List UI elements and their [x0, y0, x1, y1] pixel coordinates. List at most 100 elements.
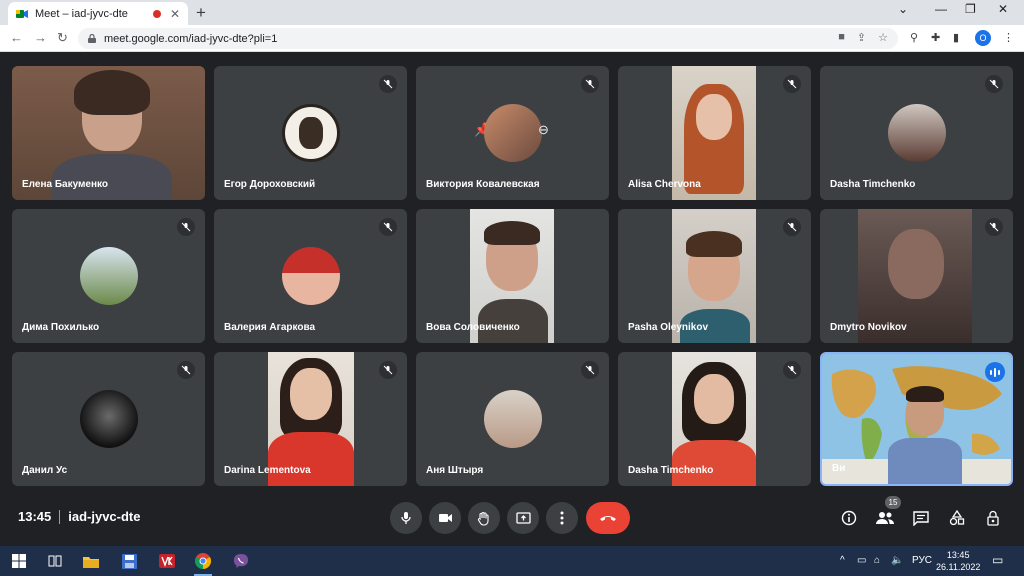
- participant-name: Елена Бакуменко: [22, 179, 108, 190]
- participant-name: Ви: [832, 463, 846, 474]
- info-icon: [841, 510, 857, 526]
- mic-muted-icon: [379, 218, 397, 236]
- windows-start-icon[interactable]: [8, 550, 30, 572]
- participant-tile[interactable]: Данил Ус: [12, 352, 205, 486]
- more-vert-icon: [560, 511, 564, 525]
- mic-muted-icon: [783, 75, 801, 93]
- minimize-icon[interactable]: —: [935, 2, 947, 16]
- address-bar[interactable]: meet.google.com/iad-jyvc-dte?pli=1 ■ ⇪ ☆: [78, 28, 898, 49]
- leave-call-button[interactable]: [586, 502, 630, 534]
- network-icon[interactable]: ⌂: [874, 555, 880, 566]
- microphone-button[interactable]: [390, 502, 422, 534]
- raise-hand-button[interactable]: [468, 502, 500, 534]
- notifications-icon[interactable]: ▭: [992, 553, 1003, 567]
- profile-avatar[interactable]: O: [975, 30, 991, 46]
- meeting-details-button[interactable]: [838, 507, 860, 529]
- participant-name: Егор Дороховский: [224, 179, 316, 190]
- side-panel-icon[interactable]: ▮: [953, 31, 959, 44]
- participant-avatar: [888, 104, 946, 162]
- chat-button[interactable]: [910, 507, 932, 529]
- people-button[interactable]: [874, 507, 896, 529]
- participant-tile[interactable]: 📌 ⊖ Виктория Ковалевская: [416, 66, 609, 200]
- activities-button[interactable]: [946, 507, 968, 529]
- battery-icon[interactable]: ▭: [857, 555, 866, 566]
- participant-video: [822, 354, 1011, 484]
- participant-tile[interactable]: Dasha Timchenko: [618, 352, 811, 486]
- participant-tile[interactable]: Darina Lementova: [214, 352, 407, 486]
- participant-name: Dasha Timchenko: [830, 179, 916, 190]
- forward-icon[interactable]: →: [34, 30, 47, 45]
- save-floppy-app-icon[interactable]: [118, 550, 140, 572]
- more-options-button[interactable]: [546, 502, 578, 534]
- chrome-icon[interactable]: [192, 550, 214, 576]
- tab-close-icon[interactable]: ✕: [170, 7, 180, 21]
- participant-tile[interactable]: Dmytro Novikov: [820, 209, 1013, 343]
- google-meet-favicon-icon: [16, 8, 28, 20]
- participant-tile[interactable]: Вова Соловиченко: [416, 209, 609, 343]
- system-clock[interactable]: 13:45 26.11.2022: [936, 549, 980, 573]
- back-icon[interactable]: ←: [10, 30, 23, 45]
- lock-person-icon: [987, 510, 999, 526]
- participant-tile[interactable]: Alisa Chervona: [618, 66, 811, 200]
- input-language-indicator[interactable]: РУС: [912, 555, 932, 566]
- hang-up-icon: [600, 516, 616, 521]
- mic-muted-icon: [985, 218, 1003, 236]
- participant-avatar: [282, 104, 340, 162]
- meeting-code: iad-jyvc-dte: [68, 509, 141, 524]
- share-icon[interactable]: ⇪: [857, 31, 866, 44]
- participant-avatar: [484, 390, 542, 448]
- camera-button[interactable]: [429, 502, 461, 534]
- mic-muted-icon: [581, 361, 599, 379]
- participant-name: Dmytro Novikov: [830, 322, 907, 333]
- participant-tile[interactable]: Аня Штыря: [416, 352, 609, 486]
- participant-name: Дима Похилько: [22, 322, 100, 333]
- show-hidden-icons-icon[interactable]: ^: [840, 555, 845, 566]
- remove-icon[interactable]: ⊖: [538, 122, 549, 138]
- mic-muted-icon: [177, 361, 195, 379]
- people-icon: [876, 512, 894, 524]
- extensions-puzzle-icon[interactable]: ✚: [931, 31, 940, 44]
- recording-indicator-icon: [152, 9, 161, 18]
- mic-muted-icon: [985, 75, 1003, 93]
- present-screen-button[interactable]: [507, 502, 539, 534]
- participant-tile[interactable]: Pasha Oleynikov: [618, 209, 811, 343]
- participant-name: Darina Lementova: [224, 465, 311, 476]
- volume-icon[interactable]: 🔈: [891, 555, 903, 566]
- pin-extension-icon[interactable]: ⚲: [910, 31, 918, 44]
- new-tab-icon[interactable]: +: [196, 3, 206, 23]
- browser-toolbar: ← → ↻ meet.google.com/iad-jyvc-dte?pli=1…: [0, 25, 1024, 52]
- participant-avatar: [282, 247, 340, 305]
- participant-name: Pasha Oleynikov: [628, 322, 709, 333]
- participant-tile[interactable]: Дима Похилько: [12, 209, 205, 343]
- camera-in-use-icon[interactable]: ■: [838, 31, 845, 44]
- browser-tab-strip: Meet – iad-jyvc-dte ✕ + ⌄ — ❐ ✕: [0, 0, 1024, 25]
- window-close-icon[interactable]: ✕: [998, 2, 1008, 16]
- mic-muted-icon: [783, 361, 801, 379]
- task-view-icon[interactable]: [44, 550, 66, 572]
- participant-avatar: [484, 104, 542, 162]
- meet-control-bar: 13:45 iad-jyvc-dte 15: [0, 490, 1024, 546]
- mic-muted-icon: [177, 218, 195, 236]
- active-speaker-tile[interactable]: Ви: [820, 352, 1013, 486]
- hand-icon: [477, 511, 489, 526]
- file-explorer-icon[interactable]: [80, 550, 102, 572]
- host-controls-button[interactable]: [982, 507, 1004, 529]
- viber-icon[interactable]: [230, 550, 252, 572]
- windows-taskbar: ^ ▭ ⌂ 🔈 РУС 13:45 26.11.2022 ▭: [0, 546, 1024, 576]
- participant-name: Данил Ус: [22, 465, 68, 476]
- browser-tab-meet[interactable]: Meet – iad-jyvc-dte ✕: [8, 2, 188, 25]
- mic-muted-icon: [581, 75, 599, 93]
- vk-red-app-icon[interactable]: [156, 550, 178, 572]
- participant-tile[interactable]: Валерия Агаркова: [214, 209, 407, 343]
- tab-search-icon[interactable]: ⌄: [898, 2, 908, 16]
- browser-menu-icon[interactable]: ⋮: [1003, 31, 1014, 44]
- meeting-time: 13:45: [18, 509, 52, 524]
- participant-avatar: [80, 390, 138, 448]
- reload-icon[interactable]: ↻: [57, 30, 68, 46]
- participant-tile[interactable]: Елена Бакуменко: [12, 66, 205, 200]
- participant-tile[interactable]: Егор Дороховский: [214, 66, 407, 200]
- chat-icon: [913, 510, 929, 526]
- restore-icon[interactable]: ❐: [965, 2, 976, 16]
- participant-tile[interactable]: Dasha Timchenko: [820, 66, 1013, 200]
- bookmark-star-icon[interactable]: ☆: [878, 31, 888, 44]
